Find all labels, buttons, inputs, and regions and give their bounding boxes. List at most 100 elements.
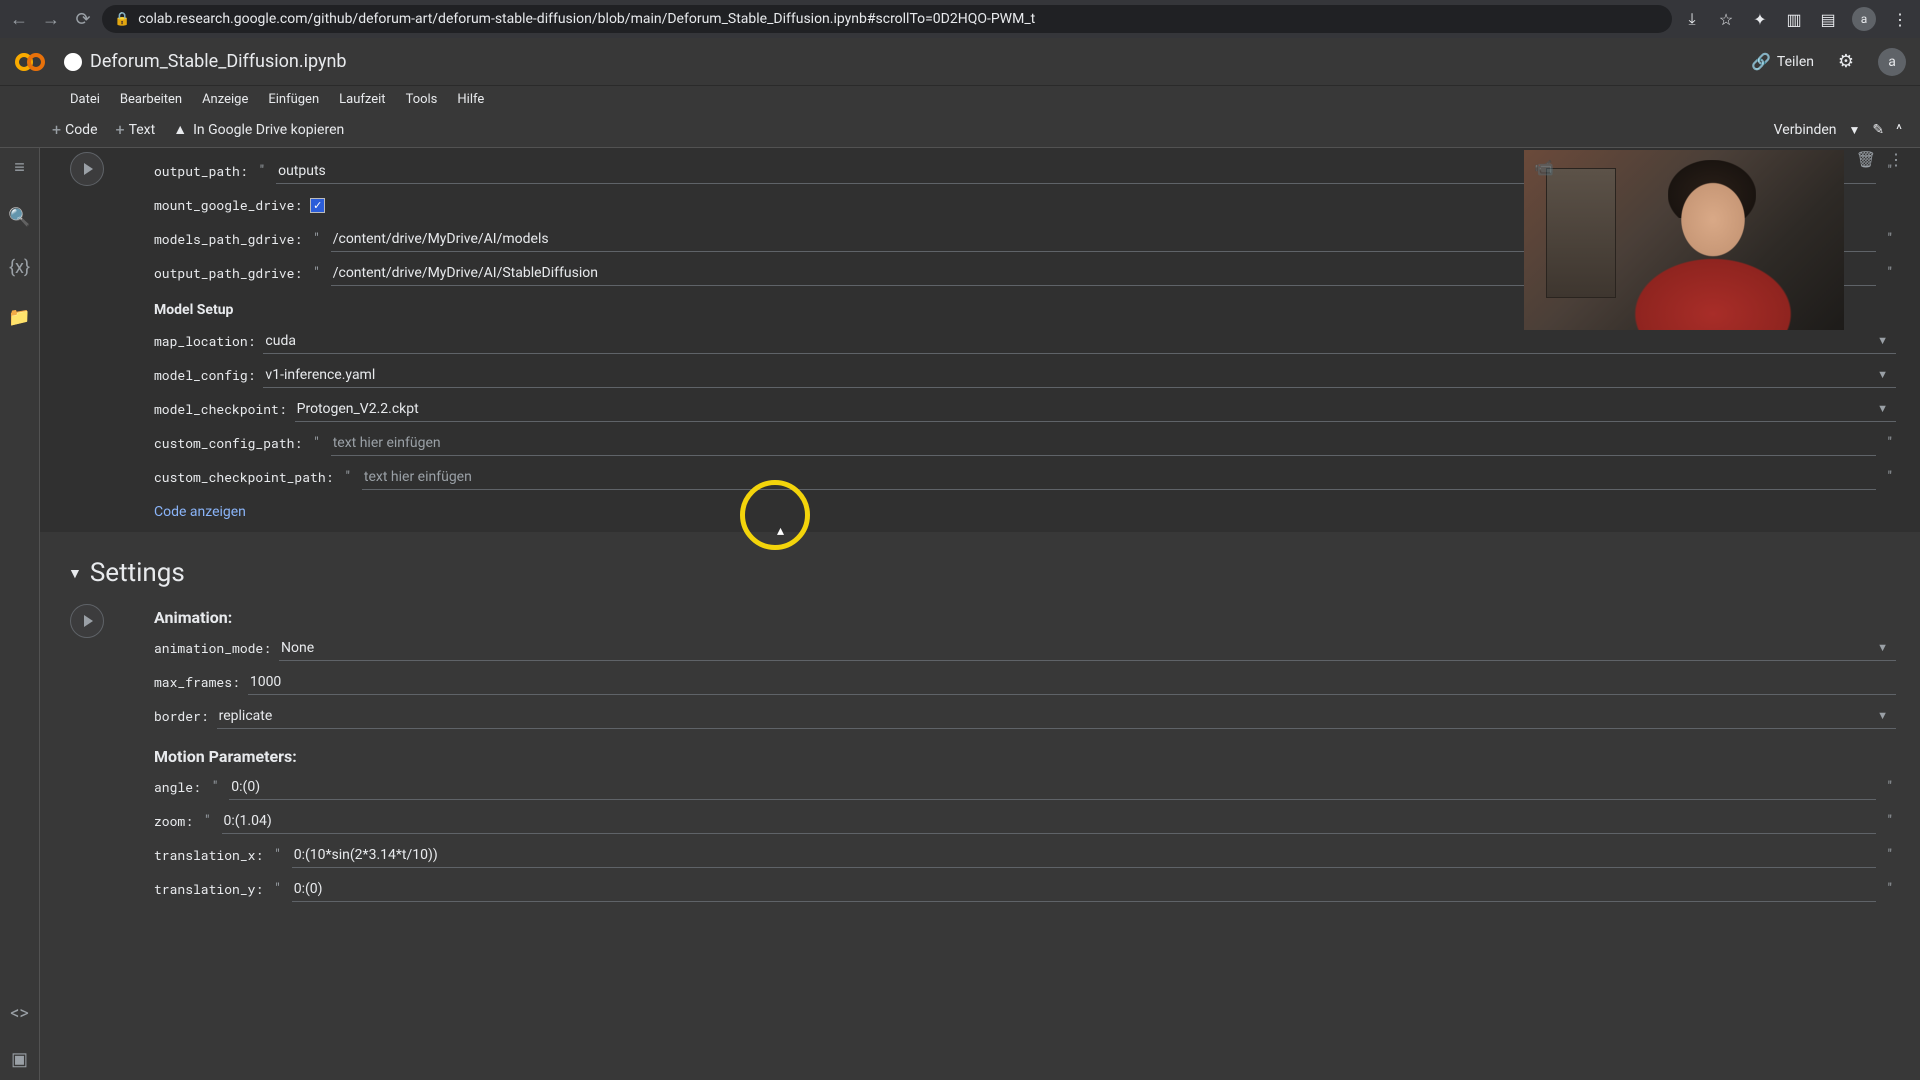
share-button[interactable]: 🔗 Teilen — [1751, 52, 1814, 71]
toc-icon[interactable]: ≡ — [9, 156, 31, 178]
terminal-icon[interactable]: ▣ — [9, 1048, 31, 1070]
label-mount-drive: mount_google_drive: — [154, 196, 302, 214]
row-zoom: zoom: " " — [154, 804, 1896, 838]
toolbar-right: Verbinden ▼ ✎ ^ — [1774, 122, 1902, 138]
colab-logo-icon[interactable] — [14, 46, 46, 78]
label-border: border: — [154, 707, 209, 725]
nav-arrows: ← → ⟳ — [10, 10, 92, 28]
menu-tools[interactable]: Tools — [406, 92, 438, 107]
browser-menu-icon[interactable]: ⋮ — [1890, 9, 1910, 29]
row-translation-y: translation_y: " " — [154, 872, 1896, 906]
chevron-down-icon: ▼ — [1877, 334, 1888, 347]
input-custom-checkpoint[interactable] — [364, 469, 1874, 485]
lock-icon: 🔒 — [114, 12, 130, 27]
settings-section-header[interactable]: ▼ Settings — [40, 538, 1920, 596]
code-icon[interactable]: <> — [9, 1002, 31, 1024]
webcam-door — [1546, 168, 1616, 298]
input-translation-y[interactable] — [294, 881, 1874, 897]
sidepanel-icon[interactable]: ▥ — [1784, 9, 1804, 29]
url-bar[interactable]: 🔒 colab.research.google.com/github/defor… — [102, 5, 1672, 33]
chevron-down-icon[interactable]: ▼ — [1849, 123, 1861, 137]
header-actions: 🔗 Teilen ⚙ a — [1751, 48, 1906, 76]
cell-body: Animation: animation_mode: None▼ max_fra… — [62, 596, 1920, 918]
cell-menu-icon[interactable]: ⋮ — [1888, 150, 1904, 170]
select-animation-mode[interactable]: None▼ — [279, 636, 1896, 661]
input-translation-x[interactable] — [294, 847, 1874, 863]
show-code-button[interactable]: Code anzeigen — [154, 504, 1896, 520]
label-angle: angle: — [154, 778, 201, 796]
forward-icon[interactable]: → — [42, 10, 60, 28]
add-text-button[interactable]: +Text — [116, 120, 156, 139]
colab-header: Deforum_Stable_Diffusion.ipynb 🔗 Teilen … — [0, 38, 1920, 86]
field-translation-x[interactable] — [292, 843, 1876, 868]
select-map-location[interactable]: cuda▼ — [263, 329, 1896, 354]
menu-help[interactable]: Hilfe — [457, 92, 484, 107]
install-icon[interactable]: ⤓ — [1682, 9, 1702, 29]
run-cell-button[interactable] — [70, 152, 104, 186]
extensions-icon[interactable]: ✦ — [1750, 9, 1770, 29]
select-border[interactable]: replicate▼ — [217, 704, 1896, 729]
menu-insert[interactable]: Einfügen — [268, 92, 319, 107]
collapse-icon[interactable]: ^ — [1896, 122, 1902, 138]
webcam-overlay: 📹 — [1524, 150, 1844, 330]
star-icon[interactable]: ☆ — [1716, 9, 1736, 29]
menu-file[interactable]: Datei — [70, 92, 100, 107]
variables-icon[interactable]: {x} — [9, 256, 31, 278]
connect-button[interactable]: Verbinden — [1774, 122, 1837, 138]
plus-icon: + — [116, 120, 125, 139]
label-translation-x: translation_x: — [154, 846, 263, 864]
notebook-title[interactable]: Deforum_Stable_Diffusion.ipynb — [90, 51, 347, 72]
menu-edit[interactable]: Bearbeiten — [120, 92, 182, 107]
notebook-main[interactable]: ⧉ 🗑 ⋮ output_path: " " mount_google_driv… — [40, 148, 1920, 1080]
select-model-checkpoint[interactable]: Protogen_V2.2.ckpt▼ — [295, 397, 1896, 422]
cell-settings: Animation: animation_mode: None▼ max_fra… — [40, 596, 1920, 918]
label-custom-config: custom_config_path: — [154, 434, 302, 452]
select-model-config[interactable]: v1-inference.yaml▼ — [263, 363, 1896, 388]
input-zoom[interactable] — [224, 813, 1874, 829]
browser-avatar[interactable]: a — [1852, 7, 1876, 31]
input-custom-config[interactable] — [333, 435, 1874, 451]
menu-view[interactable]: Anzeige — [202, 92, 248, 107]
gear-icon[interactable]: ⚙ — [1832, 48, 1860, 76]
delete-cell-icon[interactable]: 🗑 — [1856, 150, 1876, 170]
panel-icon[interactable]: ▤ — [1818, 9, 1838, 29]
chevron-down-icon: ▼ — [1877, 641, 1888, 654]
row-angle: angle: " " — [154, 770, 1896, 804]
row-translation-x: translation_x: " " — [154, 838, 1896, 872]
webcam-person — [1628, 178, 1798, 330]
plus-icon: + — [52, 120, 61, 139]
label-max-frames: max_frames: — [154, 673, 240, 691]
field-angle[interactable] — [229, 775, 1875, 800]
files-icon[interactable]: 📁 — [9, 306, 31, 328]
field-zoom[interactable] — [222, 809, 1876, 834]
search-icon[interactable]: 🔍 — [9, 206, 31, 228]
row-custom-checkpoint: custom_checkpoint_path: " " — [154, 460, 1896, 494]
github-icon — [64, 53, 82, 71]
checkbox-mount-drive[interactable]: ✓ — [310, 198, 325, 213]
link-icon: 🔗 — [1751, 52, 1771, 71]
field-custom-config[interactable] — [331, 431, 1876, 456]
add-code-button[interactable]: +Code — [52, 120, 98, 139]
label-model-config: model_config: — [154, 366, 255, 384]
label-output-gdrive: output_path_gdrive: — [154, 264, 302, 282]
row-border: border: replicate▼ — [154, 699, 1896, 733]
row-model-config: model_config: v1-inference.yaml▼ — [154, 358, 1896, 392]
chevron-down-icon: ▼ — [1877, 709, 1888, 722]
field-translation-y[interactable] — [292, 877, 1876, 902]
animation-title: Animation: — [154, 608, 1896, 627]
profile-avatar[interactable]: a — [1878, 48, 1906, 76]
copy-to-drive-button[interactable]: ▲In Google Drive kopieren — [173, 121, 344, 138]
field-custom-checkpoint[interactable] — [362, 465, 1876, 490]
share-label: Teilen — [1777, 54, 1814, 70]
pencil-icon[interactable]: ✎ — [1872, 122, 1884, 138]
chevron-down-icon: ▼ — [1877, 402, 1888, 415]
reload-icon[interactable]: ⟳ — [74, 10, 92, 28]
run-cell-button[interactable] — [70, 604, 104, 638]
url-text: colab.research.google.com/github/deforum… — [138, 11, 1035, 27]
input-max-frames[interactable] — [250, 674, 1894, 690]
field-max-frames[interactable] — [248, 670, 1896, 695]
camera-icon: 📹 — [1534, 158, 1554, 177]
menu-runtime[interactable]: Laufzeit — [339, 92, 385, 107]
input-angle[interactable] — [231, 779, 1873, 795]
back-icon[interactable]: ← — [10, 10, 28, 28]
